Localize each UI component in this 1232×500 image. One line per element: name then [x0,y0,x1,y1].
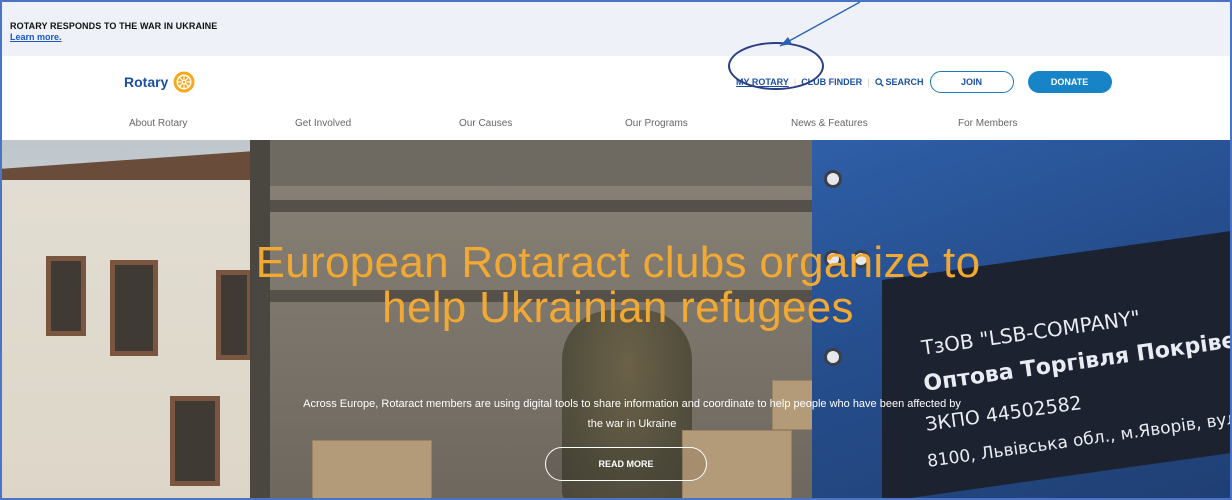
logo-wordmark: Rotary [124,74,169,90]
hero-photo-window [46,256,86,336]
rotary-wheel-icon [173,71,195,93]
nav-our-programs[interactable]: Our Programs [625,118,688,129]
donate-button[interactable]: DONATE [1027,71,1112,93]
hero-photo-rivet [824,170,842,188]
rotary-logo[interactable]: Rotary [124,70,196,94]
hero-photo-rivet [824,348,842,366]
hero-photo-box [312,440,432,498]
hero-photo-window [170,396,220,486]
browser-frame: ROTARY RESPONDS TO THE WAR IN UKRAINE Le… [0,0,1232,500]
nav-our-causes[interactable]: Our Causes [459,118,512,129]
alert-title: ROTARY RESPONDS TO THE WAR IN UKRAINE [10,21,218,31]
hero-banner: ТзОВ "LSB-COMPANY" Оптова Торгівля Покрі… [2,140,1230,498]
main-nav: About Rotary Get Involved Our Causes Our… [2,118,1230,136]
learn-more-link[interactable]: Learn more. [10,32,1230,43]
alert-banner: ROTARY RESPONDS TO THE WAR IN UKRAINE Le… [2,2,1230,56]
search-link[interactable]: SEARCH [874,77,924,87]
search-label: SEARCH [885,77,924,87]
hero-subline: Across Europe, Rotaract members are usin… [303,398,961,430]
hero-headline[interactable]: European Rotaract clubs organize to help… [232,240,1004,330]
annotation-circle [728,42,824,90]
join-button[interactable]: JOIN [929,71,1014,93]
separator: | [867,77,870,87]
nav-news-features[interactable]: News & Features [791,118,868,129]
hero-photo-beam [264,200,812,212]
nav-get-involved[interactable]: Get Involved [295,118,351,129]
site-header: Rotary MY ROTARY | CLUB FINDER | SEARCH … [2,56,1230,140]
hero-photo-window [110,260,158,356]
hero-photo-truck-roof [264,140,812,186]
read-more-button[interactable]: READ MORE [545,447,707,481]
search-icon [874,77,884,87]
nav-about-rotary[interactable]: About Rotary [129,118,187,129]
nav-for-members[interactable]: For Members [958,118,1017,129]
